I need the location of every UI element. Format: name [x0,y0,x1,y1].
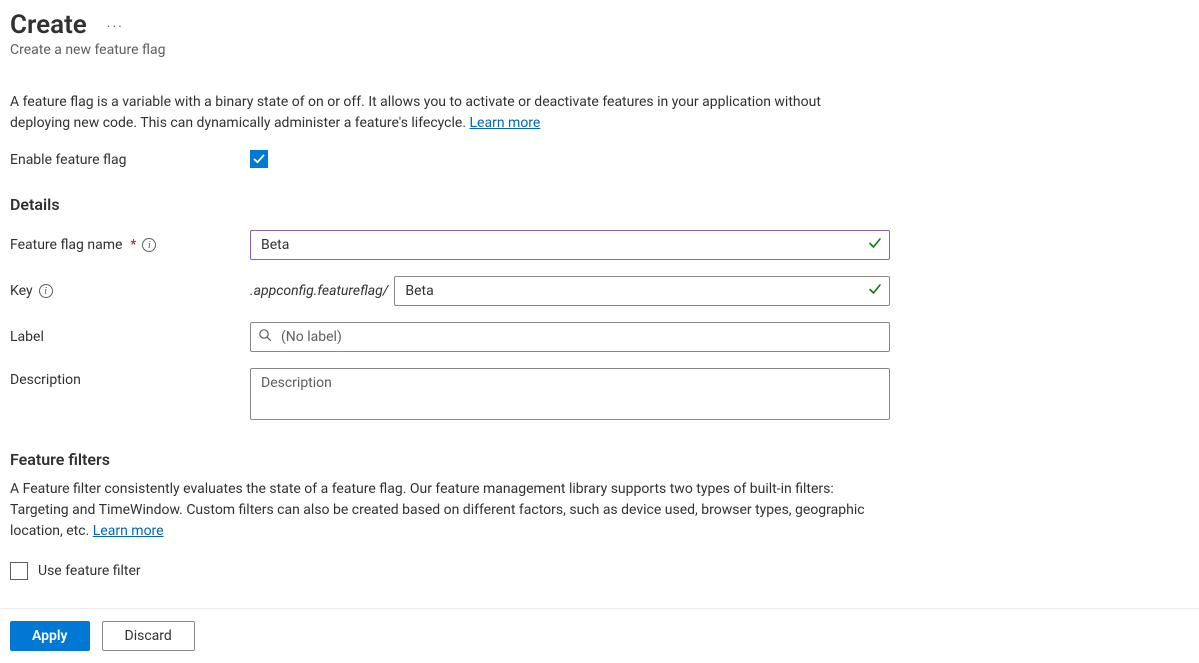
valid-check-icon [868,236,882,254]
feature-filters-text: A Feature filter consistently evaluates … [10,479,890,542]
key-input[interactable] [394,276,890,306]
page-subtitle: Create a new feature flag [10,42,890,58]
use-feature-filter-label: Use feature filter [38,563,141,579]
more-actions-button[interactable]: ··· [107,19,124,35]
valid-check-icon [868,282,882,300]
intro-body: A feature flag is a variable with a bina… [10,94,821,131]
label-input[interactable] [250,322,890,352]
apply-button[interactable]: Apply [10,621,90,651]
key-label: Key [10,283,33,299]
key-prefix: .appconfig.featureflag/ [250,283,388,299]
feature-flag-name-label: Feature flag name [10,237,122,253]
intro-text: A feature flag is a variable with a bina… [10,92,880,134]
description-textarea[interactable] [250,368,890,420]
description-label: Description [10,372,81,388]
info-icon[interactable]: i [39,284,53,298]
filters-learn-more-link[interactable]: Learn more [93,523,164,539]
feature-filters-heading: Feature filters [10,450,890,469]
check-icon [253,153,265,165]
footer-bar: Apply Discard [0,608,1199,663]
required-indicator: * [130,237,136,253]
use-feature-filter-checkbox[interactable] [10,562,28,580]
label-label: Label [10,329,44,345]
learn-more-link[interactable]: Learn more [470,115,541,131]
enable-feature-flag-checkbox[interactable] [250,150,268,168]
details-heading: Details [10,195,890,214]
search-icon [258,328,272,346]
feature-flag-name-input[interactable] [250,230,890,260]
page-title: Create [10,10,87,40]
discard-button[interactable]: Discard [102,621,195,651]
enable-feature-flag-label: Enable feature flag [10,152,250,168]
info-icon[interactable]: i [142,238,156,252]
